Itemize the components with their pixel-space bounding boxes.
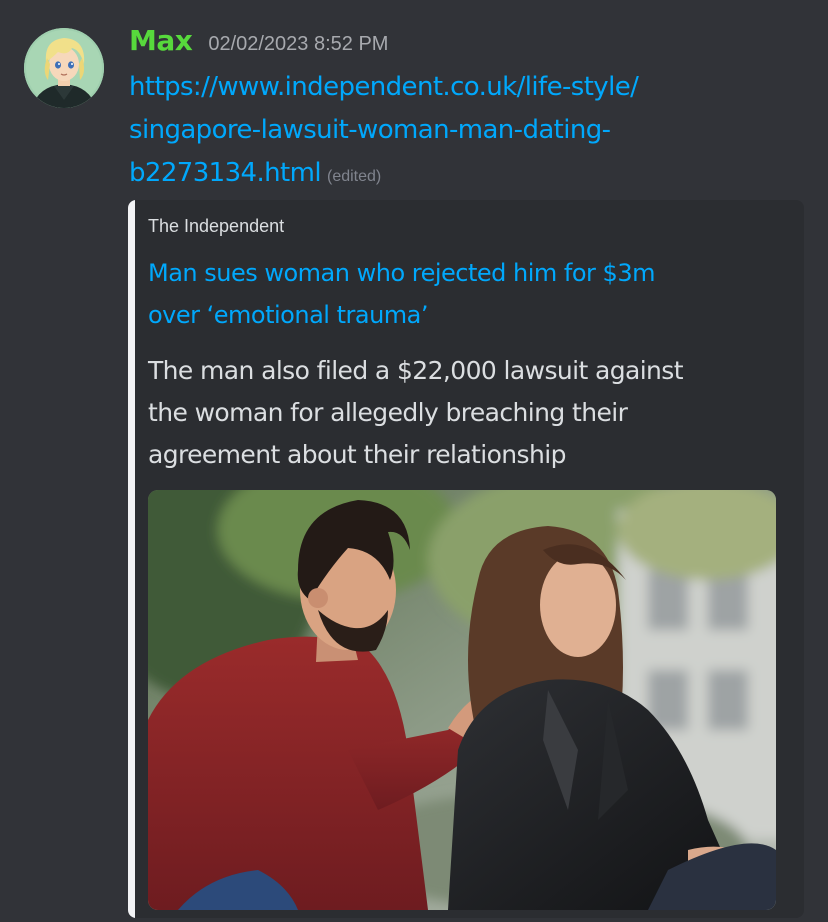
username[interactable]: Max xyxy=(129,24,193,57)
embed-title-line[interactable]: Man sues woman who rejected him for $3m xyxy=(148,252,768,294)
embed-title[interactable]: Man sues woman who rejected him for $3m … xyxy=(148,252,768,336)
embed-title-line[interactable]: over ‘emotional trauma’ xyxy=(148,294,768,336)
embed-accent-bar xyxy=(128,200,135,918)
chat-message: Max 02/02/2023 8:52 PM https://www.indep… xyxy=(0,0,828,922)
link-line[interactable]: singapore-lawsuit-woman-man-dating- xyxy=(129,109,769,152)
link-line-text[interactable]: b2273134.html xyxy=(129,158,322,188)
embed-description: The man also filed a $22,000 lawsuit aga… xyxy=(148,350,778,476)
embed-image[interactable] xyxy=(148,490,776,910)
link-line-last[interactable]: b2273134.html (edited) xyxy=(129,152,769,198)
embed-description-line: the woman for allegedly breaching their xyxy=(148,398,628,427)
avatar-image xyxy=(24,28,104,108)
avatar[interactable] xyxy=(24,28,104,108)
link-embed: The Independent Man sues woman who rejec… xyxy=(128,200,804,918)
message-header: Max 02/02/2023 8:52 PM xyxy=(129,24,388,57)
edited-label: (edited) xyxy=(327,168,382,185)
timestamp[interactable]: 02/02/2023 8:52 PM xyxy=(208,33,388,56)
message-link[interactable]: https://www.independent.co.uk/life-style… xyxy=(129,66,769,198)
link-line[interactable]: https://www.independent.co.uk/life-style… xyxy=(129,66,769,109)
embed-photo xyxy=(148,490,776,910)
embed-description-line: agreement about their relationship xyxy=(148,440,566,469)
embed-description-line: The man also filed a $22,000 lawsuit aga… xyxy=(148,356,684,385)
embed-provider[interactable]: The Independent xyxy=(148,216,284,237)
